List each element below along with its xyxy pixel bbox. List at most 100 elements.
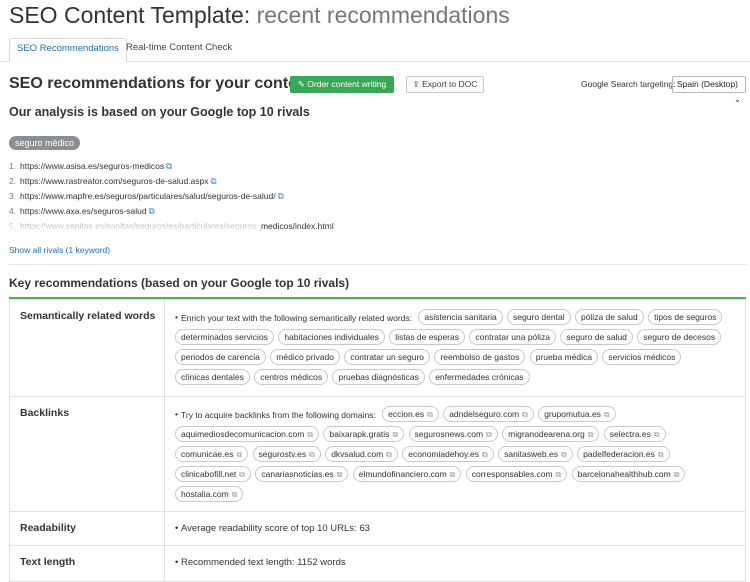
backlink-domain-chip[interactable]: selectra.es ⧉ — [603, 426, 666, 442]
domain-label: baixarapk.gratis — [329, 429, 390, 439]
backlink-domain-chip[interactable]: migranodearena.org ⧉ — [502, 426, 600, 442]
domain-label: comunicae.es — [181, 449, 234, 459]
semantic-word-chip: determinados servicios — [175, 329, 274, 345]
external-link-icon[interactable]: ⧉ — [588, 430, 594, 439]
semantic-word-chip: periodos de carencia — [175, 349, 266, 365]
external-link-icon[interactable]: ⧉ — [278, 191, 284, 201]
backlink-domain-chip[interactable]: padelfederacion.es ⧉ — [577, 446, 670, 462]
domain-label: sanitasweb.es — [504, 449, 558, 459]
domain-label: segurosnews.com — [414, 429, 484, 439]
tab-real-time-content-check[interactable]: Real-time Content Check — [119, 38, 239, 60]
text-length-text: Recommended text length: — [181, 557, 295, 568]
backlink-domain-chip[interactable]: barcelonahealthhub.com ⧉ — [571, 466, 686, 482]
semantic-word-chip: asistencia sanitaria — [418, 309, 503, 325]
domain-label: segurostv.es — [258, 449, 307, 459]
show-all-rivals-link[interactable]: Show all rivals (1 keyword) — [9, 245, 110, 255]
domain-label: aquimediosdecomunicacion.com — [181, 429, 305, 439]
rival-number: 1. — [9, 161, 17, 171]
external-link-icon[interactable]: ⧉ — [427, 410, 433, 419]
semantic-word-chip: enfermedades crónicas — [429, 369, 530, 385]
external-link-icon[interactable]: ⧉ — [309, 450, 315, 459]
domain-label: barcelonahealthhub.com — [577, 469, 671, 479]
order-content-writing-button[interactable]: ✎ Order content writing — [290, 76, 394, 93]
external-link-icon[interactable]: ⧉ — [392, 430, 398, 439]
external-link-icon[interactable]: ⧉ — [307, 430, 313, 439]
external-link-icon[interactable]: ⧉ — [674, 470, 680, 479]
backlink-domain-chip[interactable]: aquimediosdecomunicacion.com ⧉ — [175, 426, 320, 442]
external-link-icon[interactable]: ⧉ — [561, 450, 567, 459]
backlink-domain-chip[interactable]: grupomutua.es ⧉ — [538, 406, 616, 422]
export-to-doc-button[interactable]: ⇪ Export to DOC — [406, 76, 484, 93]
external-link-icon[interactable]: ⧉ — [232, 490, 238, 499]
rival-url[interactable]: https://www.mapfre.es/seguros/particular… — [20, 191, 276, 201]
row-text-length: Text length • Recommended text length: 11… — [9, 545, 746, 582]
order-button-label: Order content writing — [307, 79, 387, 89]
backlink-domain-chip[interactable]: canariasnoticias.es ⧉ — [255, 466, 349, 482]
backlink-domain-chip[interactable]: elmundofinanciero.com ⧉ — [352, 466, 462, 482]
external-link-icon[interactable]: ⧉ — [211, 176, 217, 186]
external-link-icon[interactable]: ⧉ — [166, 161, 172, 171]
backlink-domain-chip[interactable]: segurostv.es ⧉ — [252, 446, 321, 462]
semantic-word-chip: contratar un seguro — [344, 349, 431, 365]
semantic-word-chip: pruebas diagnósticas — [332, 369, 425, 385]
domain-label: hostalia.com — [181, 489, 229, 499]
backlink-domain-chip[interactable]: dkvsalud.com ⧉ — [325, 446, 398, 462]
external-link-icon[interactable]: ⧉ — [604, 410, 610, 419]
tab-bar: SEO Recommendations Real-time Content Ch… — [0, 38, 750, 62]
keyword-badge: seguro médico — [9, 136, 81, 150]
backlink-domain-chip[interactable]: hostalia.com ⧉ — [175, 486, 244, 502]
list-fade-overlay — [0, 212, 260, 232]
domain-label: clinicabofill.net — [181, 469, 237, 479]
external-link-icon[interactable]: ⧉ — [337, 470, 343, 479]
targeting-select[interactable]: Spain (Desktop) ⌄ — [672, 76, 746, 104]
domain-label: migranodearena.org — [508, 429, 585, 439]
external-link-icon[interactable]: ⧉ — [658, 450, 664, 459]
row-backlinks: Backlinks • Try to acquire backlinks from… — [9, 396, 746, 512]
backlink-domain-chip[interactable]: adndelseguro.com ⧉ — [443, 406, 534, 422]
semantic-word-chip: habitaciones individuales — [278, 329, 385, 345]
domain-label: eccion.es — [388, 409, 425, 419]
external-link-icon[interactable]: ⧉ — [556, 470, 562, 479]
rival-item: 3. https://www.mapfre.es/seguros/particul… — [9, 189, 334, 204]
rival-url[interactable]: https://www.asisa.es/seguros-medicos — [20, 161, 164, 171]
row-value: • Enrich your text with the following sem… — [164, 299, 746, 397]
semantic-word-chip: seguro de decesos — [637, 329, 722, 345]
backlink-domain-chip[interactable]: corresponsables.com ⧉ — [465, 466, 568, 482]
domain-label: grupomutua.es — [544, 409, 601, 419]
backlink-domain-chip[interactable]: eccion.es ⧉ — [382, 406, 439, 422]
backlink-domains-list: • Try to acquire backlinks from the follo… — [175, 405, 737, 505]
external-link-icon[interactable]: ⧉ — [386, 450, 392, 459]
external-link-icon[interactable]: ⧉ — [239, 470, 245, 479]
external-link-icon[interactable]: ⧉ — [522, 410, 528, 419]
backlink-domain-chip[interactable]: comunicae.es ⧉ — [175, 446, 249, 462]
page-title-sub: recent recommendations — [256, 2, 510, 28]
semantic-word-chip: servicios médicos — [602, 349, 682, 365]
external-link-icon[interactable]: ⧉ — [450, 470, 456, 479]
external-link-icon[interactable]: ⧉ — [482, 450, 488, 459]
backlink-domain-chip[interactable]: clinicabofill.net ⧉ — [175, 466, 251, 482]
rival-url[interactable]: https://www.rastreator.com/seguros-de-sa… — [20, 176, 209, 186]
tab-seo-recommendations[interactable]: SEO Recommendations — [9, 38, 127, 62]
semantic-intro: Enrich your text with the following sema… — [181, 313, 413, 323]
domain-label: padelfederacion.es — [583, 449, 655, 459]
backlink-domain-chip[interactable]: baixarapk.gratis ⧉ — [323, 426, 405, 442]
semantic-word-chip: contratar una póliza — [469, 329, 557, 345]
semantic-word-chip: seguro dental — [507, 309, 571, 325]
domain-label: selectra.es — [609, 429, 651, 439]
rival-item: 1. https://www.asisa.es/seguros-medicos ⧉ — [9, 159, 334, 174]
semantic-word-chip: centros médicos — [254, 369, 329, 385]
text-length-value: 1152 words — [297, 557, 346, 568]
backlink-domain-chip[interactable]: sanitasweb.es ⧉ — [498, 446, 573, 462]
domain-label: canariasnoticias.es — [261, 469, 334, 479]
row-label: Semantically related words — [9, 299, 165, 397]
semantic-word-chip: póliza de salud — [574, 309, 644, 325]
backlink-domain-chip[interactable]: segurosnews.com ⧉ — [408, 426, 498, 442]
section-heading: SEO recommendations for your content — [9, 75, 313, 92]
backlink-domain-chip[interactable]: economiadehoy.es ⧉ — [402, 446, 494, 462]
external-link-icon[interactable]: ⧉ — [486, 430, 492, 439]
targeting-value: Spain (Desktop) — [677, 79, 738, 89]
external-link-icon[interactable]: ⧉ — [236, 450, 242, 459]
row-value: • Recommended text length: 1152 words — [164, 545, 746, 582]
readability-text: Average readability score of top 10 URLs… — [181, 523, 357, 534]
external-link-icon[interactable]: ⧉ — [654, 430, 660, 439]
